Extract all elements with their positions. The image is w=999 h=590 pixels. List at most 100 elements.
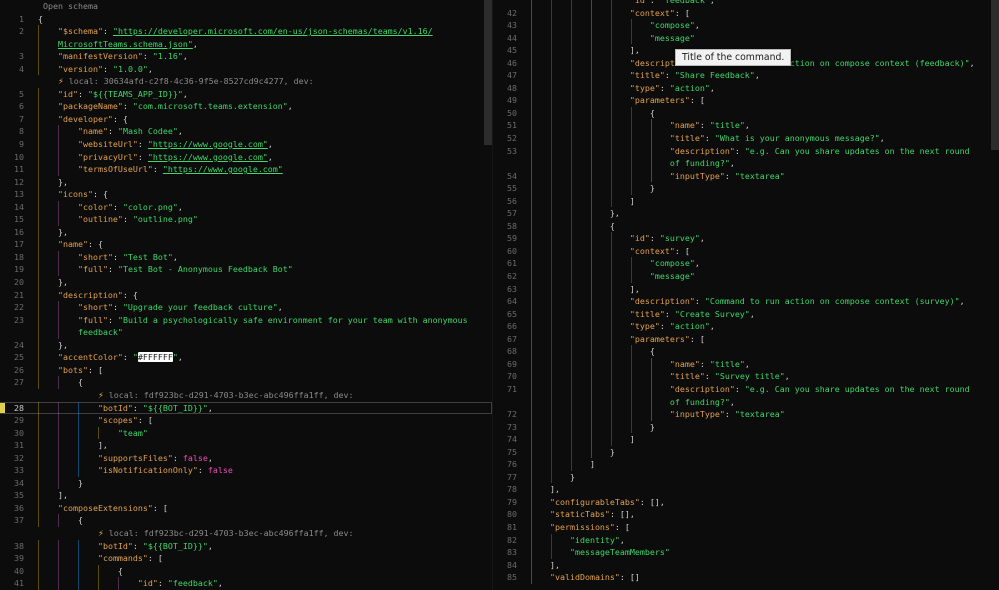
code-line[interactable]: "type": "action",	[530, 321, 715, 331]
code-line[interactable]: "title": "Create Survey",	[530, 309, 755, 319]
code-line[interactable]: ],	[530, 45, 640, 55]
line-number[interactable]: 13	[0, 188, 24, 201]
line-number[interactable]: 57	[493, 207, 517, 220]
code-line[interactable]: "compose",	[530, 258, 700, 268]
code-row[interactable]: 63 ],	[493, 282, 999, 296]
code-line[interactable]: {	[38, 377, 83, 387]
line-number[interactable]: 6	[0, 100, 24, 113]
codelens-row[interactable]: Open schema	[0, 0, 492, 13]
line-number[interactable]: 30	[0, 427, 24, 440]
code-row[interactable]: 17 "name": {	[0, 238, 492, 251]
code-line[interactable]: "id": "feedback",	[38, 578, 223, 588]
line-number[interactable]: 48	[493, 82, 517, 95]
code-row[interactable]: 40 {	[0, 564, 492, 578]
code-line[interactable]: }	[530, 422, 655, 432]
line-number[interactable]: 85	[493, 571, 517, 584]
code-line[interactable]: ]	[530, 196, 635, 206]
codelens-row[interactable]: ⚡ local: fdf923bc-d291-4703-b3ec-abc496f…	[0, 389, 492, 402]
line-number[interactable]: 43	[493, 19, 517, 32]
line-number[interactable]: 61	[493, 257, 517, 270]
code-line[interactable]: "commands": [	[38, 553, 163, 563]
code-row[interactable]: 65 "title": "Create Survey",	[493, 307, 999, 321]
code-line[interactable]: },	[530, 208, 620, 218]
code-row[interactable]: 83 "messageTeamMembers"	[493, 546, 999, 559]
line-number[interactable]: 22	[0, 301, 24, 314]
code-row[interactable]: 50 {	[493, 106, 999, 120]
line-number[interactable]: 5	[0, 88, 24, 101]
line-number[interactable]: 23	[0, 314, 24, 327]
code-line[interactable]: "short": "Test Bot",	[38, 252, 178, 262]
code-line[interactable]: "team"	[38, 428, 148, 438]
code-row[interactable]: 77 }	[493, 470, 999, 484]
code-line[interactable]: }	[530, 183, 655, 193]
line-number[interactable]: 72	[493, 408, 517, 421]
code-line[interactable]: "supportsFiles": false,	[38, 453, 213, 463]
line-number[interactable]: 77	[493, 471, 517, 484]
code-line[interactable]: "outline": "outline.png"	[38, 214, 198, 224]
line-number[interactable]: 35	[0, 489, 24, 502]
code-line[interactable]: ],	[530, 284, 640, 294]
code-line[interactable]: "icons": {	[38, 189, 108, 199]
line-number[interactable]: 51	[493, 119, 517, 132]
line-number[interactable]: 60	[493, 245, 517, 258]
code-line[interactable]: ],	[530, 560, 560, 570]
code-line[interactable]: {	[38, 14, 43, 24]
code-line[interactable]: of funding?",	[530, 158, 735, 168]
code-row[interactable]: 82 "identity",	[493, 533, 999, 547]
code-row[interactable]: 36 "composeExtensions": [	[0, 501, 492, 515]
code-line[interactable]: "name": {	[38, 239, 103, 249]
code-line[interactable]: "inputType": "textarea"	[530, 409, 785, 419]
code-line[interactable]: },	[38, 227, 68, 237]
code-row[interactable]: 76 ]	[493, 458, 999, 471]
code-row[interactable]: 2 "$schema": "https://developer.microsof…	[0, 25, 492, 38]
code-row[interactable]: 29 "scopes": [	[0, 414, 492, 427]
code-line[interactable]: "context": [	[530, 8, 690, 18]
code-line[interactable]: "title": "Share Feedback",	[530, 70, 760, 80]
line-number[interactable]: 20	[0, 276, 24, 289]
code-row[interactable]: 21 "description": {	[0, 288, 492, 302]
code-line[interactable]: "developer": {	[38, 114, 128, 124]
code-row[interactable]: 23 "full": "Build a psychologically safe…	[0, 313, 492, 327]
code-row[interactable]: 73 }	[493, 420, 999, 434]
line-number[interactable]: 45	[493, 44, 517, 57]
code-row[interactable]: 19 "full": "Test Bot - Anonymous Feedbac…	[0, 263, 492, 277]
code-row[interactable]: 27 {	[0, 376, 492, 389]
line-number[interactable]: 40	[0, 565, 24, 578]
line-number[interactable]: 76	[493, 458, 517, 471]
code-row[interactable]: 68 {	[493, 345, 999, 358]
code-line[interactable]: "identity",	[530, 535, 625, 545]
codelens-link[interactable]: ⚡ local: fdf923bc-d291-4703-b3ec-abc496f…	[38, 528, 354, 538]
line-number[interactable]: 10	[0, 151, 24, 164]
line-number[interactable]: 32	[0, 452, 24, 465]
code-line[interactable]: ],	[38, 490, 68, 500]
code-row[interactable]: 5 "id": "${{TEAMS_APP_ID}}",	[0, 87, 492, 101]
line-number[interactable]: 4	[0, 63, 24, 76]
code-line[interactable]: "message"	[530, 271, 695, 281]
code-line[interactable]: of funding?",	[530, 397, 735, 407]
line-number[interactable]: 15	[0, 213, 24, 226]
code-line[interactable]: "full": "Build a psychologically safe en…	[38, 315, 468, 325]
code-line[interactable]: "short": "Upgrade your feedback culture"…	[38, 302, 283, 312]
code-line[interactable]: "description": "e.g. Can you share updat…	[530, 384, 970, 394]
code-row[interactable]: 25 "accentColor": "#FFFFFF",	[0, 351, 492, 364]
line-number[interactable]: 36	[0, 502, 24, 515]
code-row[interactable]: 15 "outline": "outline.png"	[0, 213, 492, 226]
line-number[interactable]: 26	[0, 364, 24, 377]
line-number[interactable]: 18	[0, 251, 24, 264]
code-line[interactable]: "inputType": "textarea"	[530, 171, 785, 181]
code-row[interactable]: 58 {	[493, 219, 999, 233]
code-line[interactable]: {	[38, 515, 83, 525]
line-number[interactable]: 9	[0, 138, 24, 151]
line-number[interactable]: 67	[493, 333, 517, 346]
code-line[interactable]: MicrosoftTeams.schema.json",	[38, 39, 198, 49]
code-row[interactable]: 8 "name": "Mash Codee",	[0, 125, 492, 139]
code-line[interactable]: "manifestVersion": "1.16",	[38, 51, 188, 61]
line-number[interactable]: 50	[493, 107, 517, 120]
line-number[interactable]: 58	[493, 220, 517, 233]
line-number[interactable]: 11	[0, 163, 24, 176]
code-row[interactable]: 57 },	[493, 207, 999, 220]
code-row[interactable]: 22 "short": "Upgrade your feedback cultu…	[0, 301, 492, 314]
code-line[interactable]: ]	[530, 434, 635, 444]
code-line[interactable]: "compose",	[530, 20, 700, 30]
line-number[interactable]: 73	[493, 421, 517, 434]
